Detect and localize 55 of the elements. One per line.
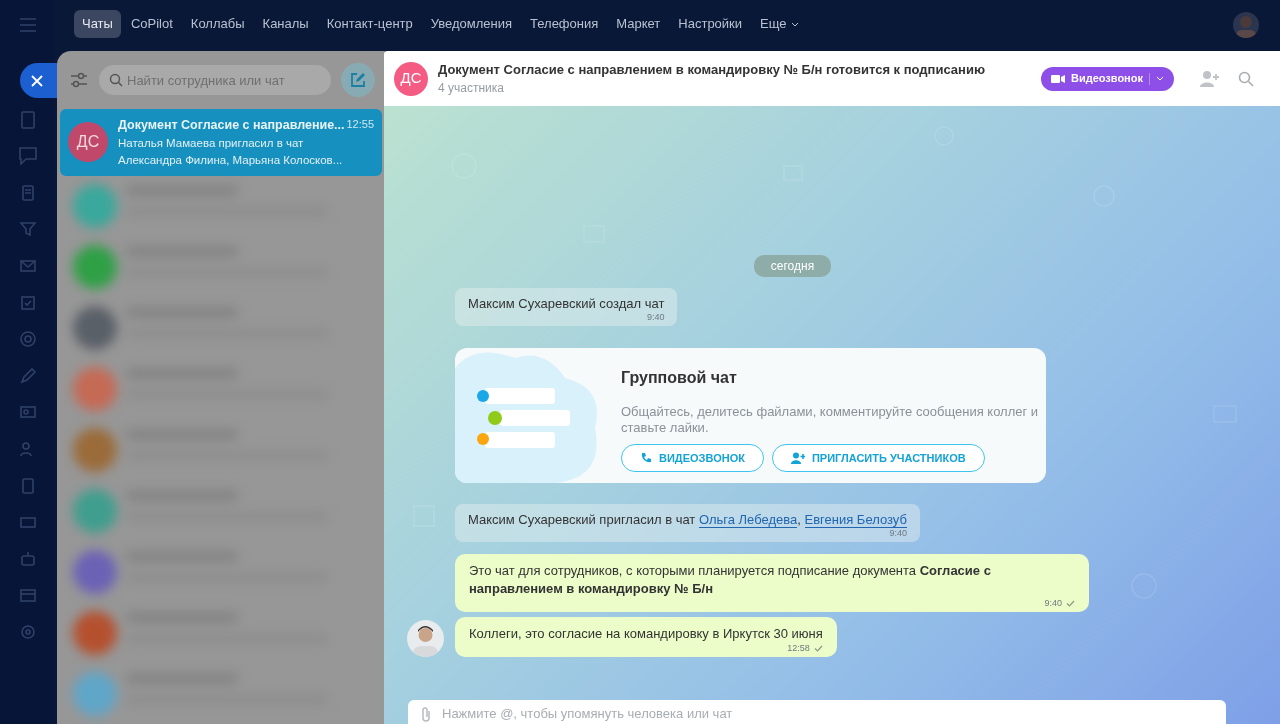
filter-icon xyxy=(69,71,89,89)
robot-icon xyxy=(18,549,37,568)
chat-list-item[interactable]: ДС Документ Согласие с направление...12:55 Наталья Мамаева пригласил в чат Александра Филина, Марьяна Колосков... xyxy=(60,109,382,176)
menu-tab[interactable]: Маркет xyxy=(608,10,669,38)
chat-title: Документ Согласие с направление... xyxy=(118,117,345,134)
message-time: 9:40 xyxy=(646,312,665,323)
search-icon xyxy=(1238,71,1254,88)
card-title: Групповой чат xyxy=(621,368,738,388)
user-link[interactable]: Евгения Белозуб xyxy=(804,512,907,528)
chat-icon xyxy=(18,147,37,166)
chat-time: 12:55 xyxy=(346,117,374,132)
chat-title: Документ Согласие с направлением в командировку № Б/н готовится к подписанию xyxy=(438,60,986,79)
target-icon xyxy=(18,330,37,349)
separator: , xyxy=(797,512,801,527)
video-call-button[interactable]: Видеозвонок xyxy=(1040,66,1174,91)
chat-avatar: ДС xyxy=(68,122,108,163)
system-message: Максим Сухаревский создал чат xyxy=(468,295,665,312)
search-icon xyxy=(109,73,123,87)
funnel-icon xyxy=(18,220,37,239)
camera-icon xyxy=(1050,73,1065,84)
add-user-icon xyxy=(1200,70,1220,89)
chat-preview: Наталья Мамаева пригласил в чат Александра Филина, Марьяна Колосков... xyxy=(118,135,344,168)
add-user-icon xyxy=(790,452,805,464)
participants-count: 4 участника xyxy=(438,80,505,98)
menu-tab[interactable]: Чаты xyxy=(74,10,121,38)
message-text: Коллеги, это согласие на командировку в Иркутск 30 июня xyxy=(469,625,823,643)
chat-avatar: ДС xyxy=(394,61,428,96)
menu-tab[interactable]: Телефония xyxy=(522,10,607,38)
date-divider: сегодня xyxy=(753,255,832,277)
card-description: Общайтесь, делитесь файлами, комментируйте сообщения коллег и ставьте лайки. xyxy=(621,404,1040,436)
pencil-icon xyxy=(18,366,37,385)
compose-button[interactable] xyxy=(341,63,375,97)
search-field[interactable]: Найти сотрудника или чат xyxy=(99,65,331,95)
message-time: 9:40 xyxy=(889,528,907,539)
phone-icon xyxy=(640,452,652,464)
menu-tab[interactable]: Коллабы xyxy=(182,10,253,38)
menu-tab[interactable]: Уведомления xyxy=(422,10,521,38)
close-icon xyxy=(31,74,43,87)
system-message: Максим Сухаревский пригласил в чат xyxy=(468,512,696,527)
menu-tab[interactable]: Контакт-центр xyxy=(318,10,421,38)
edit-icon xyxy=(349,71,367,89)
paperclip-icon xyxy=(420,706,432,722)
caret-icon xyxy=(1156,75,1164,82)
menu-icon xyxy=(18,16,37,34)
calendar-icon xyxy=(18,586,37,605)
message-input[interactable]: Нажмите @, чтобы упомянуть человека или чат xyxy=(408,700,1226,724)
menu-tab[interactable]: Каналы xyxy=(254,10,317,38)
document-icon xyxy=(18,110,37,129)
menu-tab[interactable]: Еще xyxy=(752,10,807,38)
menu-tab[interactable]: Настройки xyxy=(670,10,751,38)
message-time: 9:40 xyxy=(1044,598,1062,609)
checkbox-icon xyxy=(18,293,37,312)
message-text: Это чат для сотрудников, с которыми планируется подписание документа Согласие с направлением в командировку № Б/н xyxy=(469,562,992,598)
message-time: 12:58 xyxy=(787,643,810,654)
menu-tab[interactable]: CoPilot xyxy=(122,10,181,38)
